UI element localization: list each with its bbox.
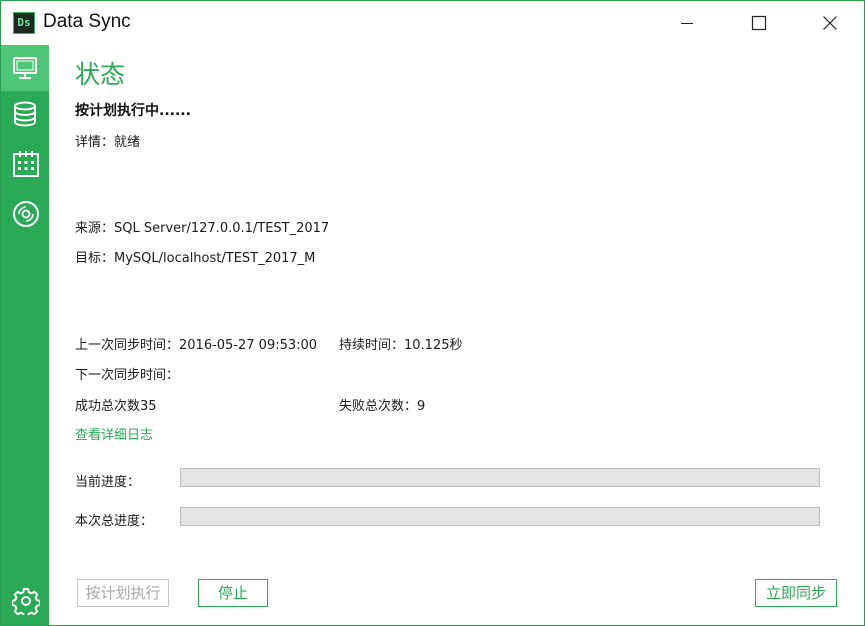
app-window: Ds Data Sync 状态 按计划执行中...... 详情：就绪 来源：SQ… xyxy=(0,0,865,626)
title-bar[interactable]: Ds Data Sync xyxy=(1,1,864,45)
sidebar xyxy=(1,45,49,625)
sidebar-item-status[interactable] xyxy=(1,45,49,91)
current-progress-bar xyxy=(180,468,820,487)
close-button[interactable] xyxy=(807,1,853,45)
total-progress-label: 本次总进度： xyxy=(75,514,154,529)
maximize-button[interactable] xyxy=(736,1,782,45)
run-on-schedule-button[interactable]: 按计划执行 xyxy=(77,579,169,607)
fail-count: 失败总次数：9 xyxy=(339,399,426,414)
monitor-icon xyxy=(13,57,37,79)
target-text: 目标：MySQL/localhost/TEST_2017_M xyxy=(75,251,316,266)
last-sync-time: 上一次同步时间：2016-05-27 09:53:00 xyxy=(75,338,318,353)
stop-button[interactable]: 停止 xyxy=(198,579,268,607)
disc-icon xyxy=(13,201,39,227)
sidebar-item-disc[interactable] xyxy=(1,190,49,236)
maximize-icon xyxy=(751,15,767,31)
database-icon xyxy=(14,101,36,127)
detail-text: 详情：就绪 xyxy=(75,135,141,150)
total-progress-bar xyxy=(180,507,820,526)
next-sync-time: 下一次同步时间： xyxy=(75,368,180,383)
app-logo-icon: Ds xyxy=(13,12,35,34)
success-count: 成功总次数35 xyxy=(75,399,157,414)
window-title: Data Sync xyxy=(43,11,131,32)
view-log-link[interactable]: 查看详细日志 xyxy=(75,424,153,443)
sync-now-button[interactable]: 立即同步 xyxy=(755,579,837,607)
close-icon xyxy=(823,16,837,30)
sync-duration: 持续时间：10.125秒 xyxy=(339,338,463,353)
gear-icon xyxy=(12,588,40,615)
minimize-icon xyxy=(681,23,693,24)
source-text: 来源：SQL Server/127.0.0.1/TEST_2017 xyxy=(75,221,330,236)
sidebar-item-database[interactable] xyxy=(1,91,49,137)
calendar-icon xyxy=(13,151,39,177)
minimize-button[interactable] xyxy=(664,1,710,45)
run-state-text: 按计划执行中...... xyxy=(75,103,191,119)
main-panel: 状态 按计划执行中...... 详情：就绪 来源：SQL Server/127.… xyxy=(49,45,864,625)
settings-button[interactable] xyxy=(1,577,49,623)
sidebar-item-schedule[interactable] xyxy=(1,140,49,186)
page-title: 状态 xyxy=(75,60,126,89)
current-progress-label: 当前进度： xyxy=(75,475,141,490)
